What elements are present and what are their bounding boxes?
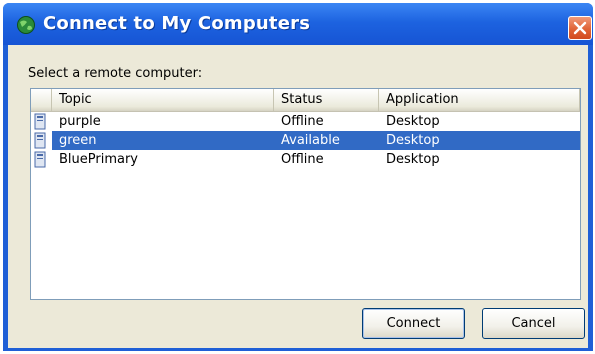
title-bar[interactable]: Connect to My Computers xyxy=(3,3,593,45)
computer-icon xyxy=(34,113,46,130)
column-header-icon[interactable] xyxy=(31,89,52,111)
row-application: Desktop xyxy=(386,133,440,148)
app-globe-icon xyxy=(17,16,35,34)
computer-list[interactable]: Topic Status Application purple Offline … xyxy=(30,88,581,300)
list-row-selected[interactable]: green Available Desktop xyxy=(31,131,580,150)
column-header-status[interactable]: Status xyxy=(274,89,379,111)
close-button[interactable] xyxy=(568,16,592,40)
connect-button[interactable]: Connect xyxy=(362,308,465,339)
row-topic: green xyxy=(59,133,97,148)
row-application: Desktop xyxy=(386,152,440,167)
row-topic: BluePrimary xyxy=(59,152,139,167)
computer-icon xyxy=(34,132,46,149)
window-title: Connect to My Computers xyxy=(43,13,311,34)
close-icon xyxy=(573,21,587,35)
cancel-button[interactable]: Cancel xyxy=(482,308,585,339)
column-header-topic[interactable]: Topic xyxy=(52,89,274,111)
prompt-label: Select a remote computer: xyxy=(28,66,203,81)
list-row[interactable]: purple Offline Desktop xyxy=(31,112,580,131)
column-header-application[interactable]: Application xyxy=(379,89,580,111)
dialog-window: Connect to My Computers Select a remote … xyxy=(3,3,593,351)
row-application: Desktop xyxy=(386,114,440,129)
computer-icon xyxy=(34,151,46,168)
row-topic: purple xyxy=(59,114,101,129)
row-status: Available xyxy=(281,133,340,148)
row-status: Offline xyxy=(281,114,324,129)
list-header: Topic Status Application xyxy=(31,89,580,112)
row-status: Offline xyxy=(281,152,324,167)
list-row[interactable]: BluePrimary Offline Desktop xyxy=(31,150,580,169)
dialog-body: Select a remote computer: Topic Status A… xyxy=(8,45,588,348)
